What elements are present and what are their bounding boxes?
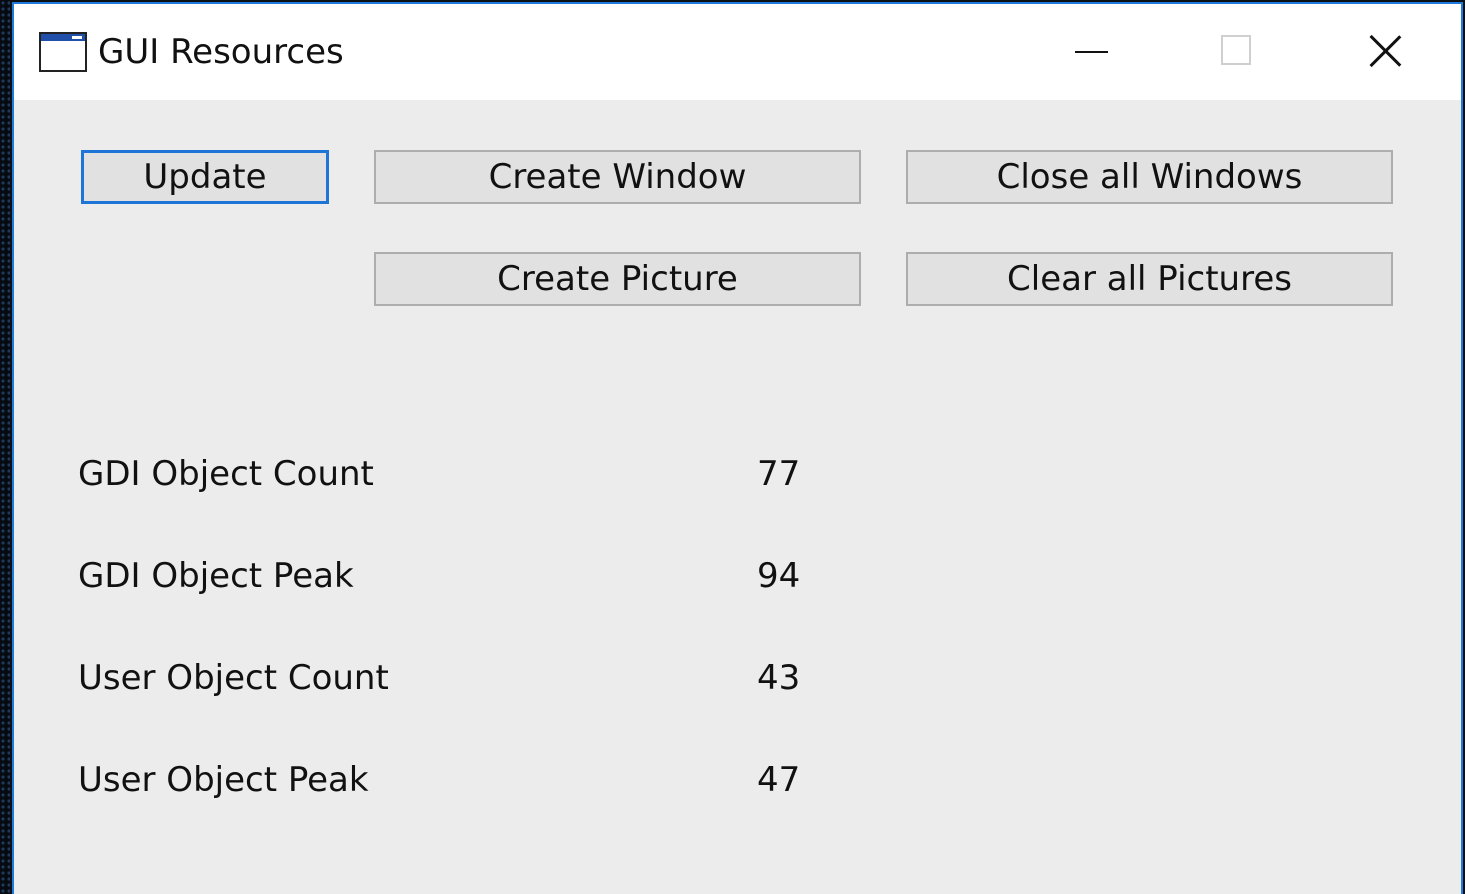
maximize-button[interactable]	[1202, 24, 1272, 80]
maximize-icon	[1221, 35, 1251, 65]
gdi-object-count-label: GDI Object Count	[78, 454, 374, 494]
user-object-count-value: 43	[757, 658, 801, 698]
desktop-background	[0, 0, 10, 894]
create-window-button[interactable]: Create Window	[374, 150, 861, 204]
title-bar[interactable]: GUI Resources	[14, 4, 1461, 100]
clear-all-pictures-button[interactable]: Clear all Pictures	[906, 252, 1393, 306]
gdi-object-peak-value: 94	[757, 556, 801, 596]
window-title: GUI Resources	[98, 32, 344, 72]
close-all-windows-button[interactable]: Close all Windows	[906, 150, 1393, 204]
minimize-icon	[1075, 51, 1108, 53]
close-button[interactable]	[1350, 24, 1420, 80]
update-button[interactable]: Update	[81, 150, 329, 204]
gdi-object-count-value: 77	[757, 454, 801, 494]
user-object-count-label: User Object Count	[78, 658, 389, 698]
user-object-peak-value: 47	[757, 760, 801, 800]
minimize-button[interactable]	[1057, 24, 1127, 80]
create-picture-button[interactable]: Create Picture	[374, 252, 861, 306]
app-window: GUI Resources Update Create Window Close…	[12, 2, 1463, 894]
window-app-icon[interactable]	[39, 32, 87, 72]
close-icon	[1368, 34, 1402, 68]
gdi-object-peak-label: GDI Object Peak	[78, 556, 354, 596]
user-object-peak-label: User Object Peak	[78, 760, 369, 800]
